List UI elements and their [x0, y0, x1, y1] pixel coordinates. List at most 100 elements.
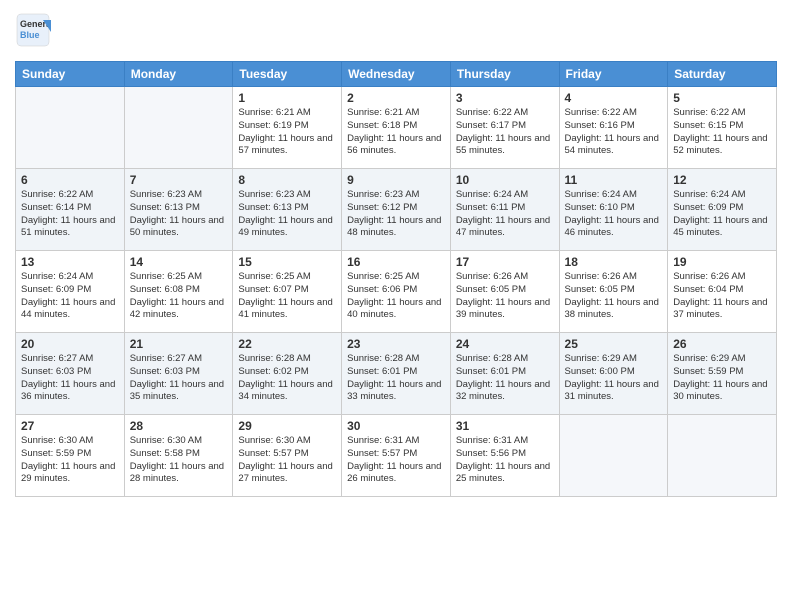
day-info: Sunrise: 6:26 AM Sunset: 6:05 PM Dayligh…: [456, 271, 554, 322]
calendar-cell: 14 Sunrise: 6:25 AM Sunset: 6:08 PM Dayli…: [124, 251, 233, 333]
calendar-cell: 18Sunrise: 6:26 AM Sunset: 6:05 PM Dayli…: [559, 251, 668, 333]
logo-icon: General Blue: [15, 10, 51, 53]
day-info: Sunrise: 6:23 AM Sunset: 6:12 PM Dayligh…: [347, 189, 445, 240]
day-info: Sunrise: 6:27 AM Sunset: 6:03 PM Dayligh…: [21, 353, 119, 404]
calendar-cell: 27 Sunrise: 6:30 AM Sunset: 5:59 PM Dayli…: [16, 415, 125, 497]
day-number: 22: [238, 337, 336, 351]
calendar-week-3: 13 Sunrise: 6:24 AM Sunset: 6:09 PM Dayli…: [16, 251, 777, 333]
day-info: Sunrise: 6:31 AM Sunset: 5:57 PM Dayligh…: [347, 435, 445, 486]
calendar-cell: 1Sunrise: 6:21 AM Sunset: 6:19 PM Daylig…: [233, 87, 342, 169]
day-info: Sunrise: 6:30 AM Sunset: 5:58 PM Dayligh…: [130, 435, 228, 486]
day-number: 2: [347, 91, 445, 105]
day-info: Sunrise: 6:25 AM Sunset: 6:08 PM Dayligh…: [130, 271, 228, 322]
day-info: Sunrise: 6:30 AM Sunset: 5:57 PM Dayligh…: [238, 435, 336, 486]
svg-text:Blue: Blue: [20, 30, 40, 40]
day-number: 3: [456, 91, 554, 105]
calendar-cell: 12 Sunrise: 6:24 AM Sunset: 6:09 PM Dayli…: [668, 169, 777, 251]
day-info: Sunrise: 6:25 AM Sunset: 6:06 PM Dayligh…: [347, 271, 445, 322]
calendar-cell: 26 Sunrise: 6:29 AM Sunset: 5:59 PM Dayli…: [668, 333, 777, 415]
day-number: 25: [565, 337, 663, 351]
calendar-cell: 7Sunrise: 6:23 AM Sunset: 6:13 PM Daylig…: [124, 169, 233, 251]
calendar-cell: 6 Sunrise: 6:22 AM Sunset: 6:14 PM Daylig…: [16, 169, 125, 251]
day-info: Sunrise: 6:28 AM Sunset: 6:01 PM Dayligh…: [456, 353, 554, 404]
day-number: 13: [21, 255, 119, 269]
header: General Blue: [15, 10, 777, 53]
day-info: Sunrise: 6:27 AM Sunset: 6:03 PM Dayligh…: [130, 353, 228, 404]
calendar-header-monday: Monday: [124, 62, 233, 87]
calendar-cell: 11 Sunrise: 6:24 AM Sunset: 6:10 PM Dayli…: [559, 169, 668, 251]
day-number: 23: [347, 337, 445, 351]
day-number: 6: [21, 173, 119, 187]
day-number: 14: [130, 255, 228, 269]
day-number: 12: [673, 173, 771, 187]
calendar-cell: 20 Sunrise: 6:27 AM Sunset: 6:03 PM Dayli…: [16, 333, 125, 415]
day-info: Sunrise: 6:22 AM Sunset: 6:14 PM Dayligh…: [21, 189, 119, 240]
calendar-cell: 5 Sunrise: 6:22 AM Sunset: 6:15 PM Daylig…: [668, 87, 777, 169]
calendar-week-5: 27 Sunrise: 6:30 AM Sunset: 5:59 PM Dayli…: [16, 415, 777, 497]
calendar-cell: [559, 415, 668, 497]
day-number: 9: [347, 173, 445, 187]
page: General Blue SundayMondayTuesdayWednesda…: [0, 0, 792, 612]
day-number: 4: [565, 91, 663, 105]
calendar-header-sunday: Sunday: [16, 62, 125, 87]
day-info: Sunrise: 6:22 AM Sunset: 6:15 PM Dayligh…: [673, 107, 771, 158]
day-number: 21: [130, 337, 228, 351]
calendar-week-2: 6 Sunrise: 6:22 AM Sunset: 6:14 PM Daylig…: [16, 169, 777, 251]
day-number: 30: [347, 419, 445, 433]
day-info: Sunrise: 6:24 AM Sunset: 6:11 PM Dayligh…: [456, 189, 554, 240]
calendar-table: SundayMondayTuesdayWednesdayThursdayFrid…: [15, 61, 777, 497]
calendar-cell: 25Sunrise: 6:29 AM Sunset: 6:00 PM Dayli…: [559, 333, 668, 415]
day-number: 28: [130, 419, 228, 433]
calendar-cell: 28 Sunrise: 6:30 AM Sunset: 5:58 PM Dayli…: [124, 415, 233, 497]
calendar-cell: 10 Sunrise: 6:24 AM Sunset: 6:11 PM Dayli…: [450, 169, 559, 251]
calendar-cell: 21 Sunrise: 6:27 AM Sunset: 6:03 PM Dayli…: [124, 333, 233, 415]
calendar-cell: 31Sunrise: 6:31 AM Sunset: 5:56 PM Dayli…: [450, 415, 559, 497]
day-info: Sunrise: 6:25 AM Sunset: 6:07 PM Dayligh…: [238, 271, 336, 322]
day-info: Sunrise: 6:24 AM Sunset: 6:09 PM Dayligh…: [673, 189, 771, 240]
day-number: 5: [673, 91, 771, 105]
day-number: 29: [238, 419, 336, 433]
day-info: Sunrise: 6:29 AM Sunset: 5:59 PM Dayligh…: [673, 353, 771, 404]
day-number: 16: [347, 255, 445, 269]
calendar-cell: 19Sunrise: 6:26 AM Sunset: 6:04 PM Dayli…: [668, 251, 777, 333]
day-number: 10: [456, 173, 554, 187]
day-number: 8: [238, 173, 336, 187]
day-info: Sunrise: 6:21 AM Sunset: 6:19 PM Dayligh…: [238, 107, 336, 158]
calendar-cell: 15 Sunrise: 6:25 AM Sunset: 6:07 PM Dayli…: [233, 251, 342, 333]
calendar-week-4: 20 Sunrise: 6:27 AM Sunset: 6:03 PM Dayli…: [16, 333, 777, 415]
calendar-cell: 24 Sunrise: 6:28 AM Sunset: 6:01 PM Dayli…: [450, 333, 559, 415]
day-number: 20: [21, 337, 119, 351]
day-number: 15: [238, 255, 336, 269]
day-number: 17: [456, 255, 554, 269]
calendar-cell: 13 Sunrise: 6:24 AM Sunset: 6:09 PM Dayli…: [16, 251, 125, 333]
calendar-cell: 9 Sunrise: 6:23 AM Sunset: 6:12 PM Daylig…: [342, 169, 451, 251]
day-info: Sunrise: 6:28 AM Sunset: 6:02 PM Dayligh…: [238, 353, 336, 404]
day-info: Sunrise: 6:31 AM Sunset: 5:56 PM Dayligh…: [456, 435, 554, 486]
calendar-cell: [16, 87, 125, 169]
calendar-cell: 8 Sunrise: 6:23 AM Sunset: 6:13 PM Daylig…: [233, 169, 342, 251]
calendar-header-tuesday: Tuesday: [233, 62, 342, 87]
calendar-cell: [668, 415, 777, 497]
day-info: Sunrise: 6:24 AM Sunset: 6:10 PM Dayligh…: [565, 189, 663, 240]
calendar-cell: [124, 87, 233, 169]
day-number: 24: [456, 337, 554, 351]
day-info: Sunrise: 6:21 AM Sunset: 6:18 PM Dayligh…: [347, 107, 445, 158]
day-info: Sunrise: 6:24 AM Sunset: 6:09 PM Dayligh…: [21, 271, 119, 322]
day-number: 27: [21, 419, 119, 433]
day-info: Sunrise: 6:23 AM Sunset: 6:13 PM Dayligh…: [238, 189, 336, 240]
calendar-cell: 16 Sunrise: 6:25 AM Sunset: 6:06 PM Dayli…: [342, 251, 451, 333]
day-info: Sunrise: 6:22 AM Sunset: 6:16 PM Dayligh…: [565, 107, 663, 158]
calendar-cell: 30 Sunrise: 6:31 AM Sunset: 5:57 PM Dayli…: [342, 415, 451, 497]
calendar-cell: 29 Sunrise: 6:30 AM Sunset: 5:57 PM Dayli…: [233, 415, 342, 497]
calendar-header-row: SundayMondayTuesdayWednesdayThursdayFrid…: [16, 62, 777, 87]
calendar-header-wednesday: Wednesday: [342, 62, 451, 87]
logo: General Blue: [15, 10, 51, 53]
calendar-cell: 2 Sunrise: 6:21 AM Sunset: 6:18 PM Daylig…: [342, 87, 451, 169]
day-info: Sunrise: 6:30 AM Sunset: 5:59 PM Dayligh…: [21, 435, 119, 486]
calendar-header-friday: Friday: [559, 62, 668, 87]
calendar-cell: 23Sunrise: 6:28 AM Sunset: 6:01 PM Dayli…: [342, 333, 451, 415]
day-number: 26: [673, 337, 771, 351]
calendar-cell: 22 Sunrise: 6:28 AM Sunset: 6:02 PM Dayli…: [233, 333, 342, 415]
day-number: 11: [565, 173, 663, 187]
day-info: Sunrise: 6:26 AM Sunset: 6:05 PM Dayligh…: [565, 271, 663, 322]
